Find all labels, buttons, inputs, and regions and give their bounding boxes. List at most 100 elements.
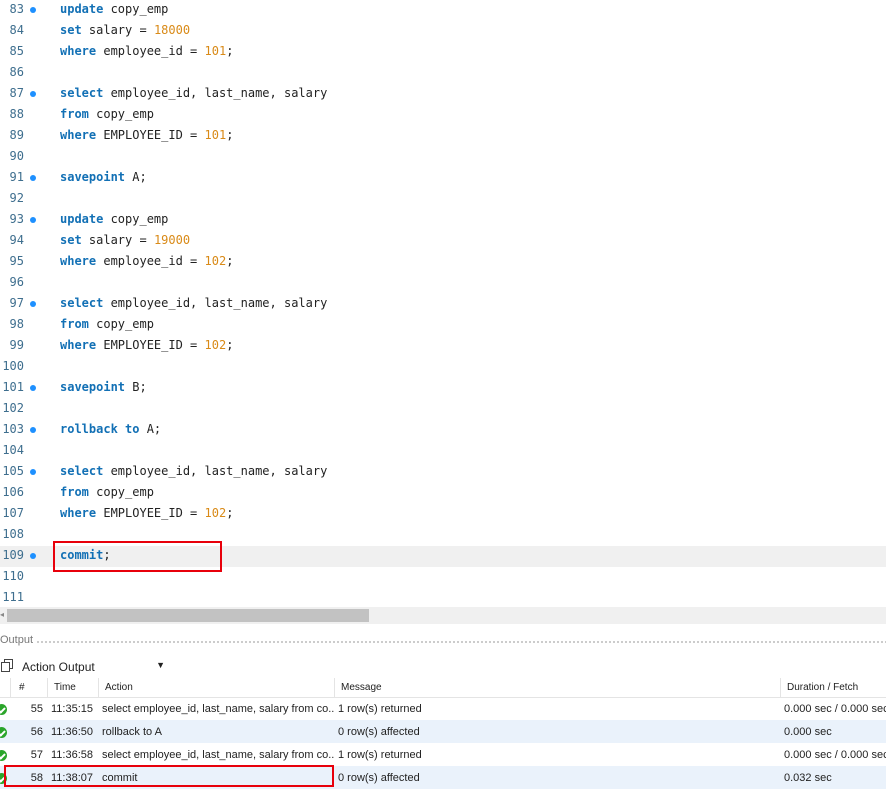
sql-identifier: employee_id = [96,44,205,58]
sql-identifier: employee_id, last_name, salary [103,464,328,478]
sql-identifier: B; [125,380,147,394]
sql-identifier: EMPLOYEE_ID = [96,338,205,352]
chevron-down-icon[interactable]: ▼ [156,660,165,670]
sql-keyword: select [60,86,104,100]
output-type-value: Action Output [22,660,95,674]
code-line[interactable]: 101 savepoint B; [0,378,886,399]
statement-marker-icon [30,217,36,223]
code-line[interactable]: 83 update copy_emp [0,0,886,21]
table-row[interactable]: 55 11:35:15 select employee_id, last_name,… [0,697,886,720]
code-line[interactable]: 95 where employee_id = 102; [0,252,886,273]
code-line[interactable]: 93 update copy_emp [0,210,886,231]
sql-keyword: select [60,464,104,478]
code-line[interactable]: 111 [0,588,886,607]
sql-identifier: EMPLOYEE_ID = [96,128,205,142]
statement-marker-icon [30,175,36,181]
sql-identifier: copy_emp [88,107,154,121]
code-text: from copy_emp [60,107,154,121]
col-header-message[interactable]: Message [334,678,780,697]
code-line[interactable]: 106 from copy_emp [0,483,886,504]
table-row[interactable]: 57 11:36:58 select employee_id, last_name,… [0,743,886,766]
table-row[interactable]: 56 11:36:50 rollback to A 0 row(s) affected… [0,720,886,743]
col-header-action[interactable]: Action [98,678,334,697]
sql-identifier: copy_emp [88,485,154,499]
code-line[interactable]: 104 [0,441,886,462]
line-number: 91 [9,170,24,184]
code-line[interactable]: 98 from copy_emp [0,315,886,336]
scrollbar-thumb[interactable] [7,609,369,622]
code-line[interactable]: 103 rollback to A; [0,420,886,441]
line-number: 104 [2,443,24,457]
sql-identifier: copy_emp [103,212,169,226]
output-type-select[interactable]: Action Output ▼ [17,656,169,677]
cell-num: 56 [30,726,43,738]
code-line[interactable]: 107 where EMPLOYEE_ID = 102; [0,504,886,525]
code-text: rollback to A; [60,422,161,436]
code-line[interactable]: 99 where EMPLOYEE_ID = 102; [0,336,886,357]
code-line[interactable]: 88 from copy_emp [0,105,886,126]
line-number: 106 [2,485,24,499]
panel-grip[interactable] [36,640,886,644]
output-panel-header: Output [0,632,886,650]
sql-number: 101 [204,128,227,142]
code-line[interactable]: 90 [0,147,886,168]
sql-keyword: where [60,506,97,520]
highlight-box-commit-row [4,765,334,787]
sql-identifier: ; [226,128,234,142]
code-text: savepoint A; [60,170,147,184]
code-line[interactable]: 91 savepoint A; [0,168,886,189]
cell-time: 11:36:50 [51,726,94,738]
sql-identifier: A; [139,422,162,436]
code-text: update copy_emp [60,2,168,16]
success-check-icon [0,727,7,738]
statement-marker-icon [30,7,36,13]
code-line[interactable]: 92 [0,189,886,210]
code-line[interactable]: 84 set salary = 18000 [0,21,886,42]
code-line[interactable]: 87 select employee_id, last_name, salary [0,84,886,105]
code-line[interactable]: 85 where employee_id = 101; [0,42,886,63]
sql-keyword: select [60,296,104,310]
code-line[interactable]: 105 select employee_id, last_name, salary [0,462,886,483]
sql-number: 18000 [153,23,191,37]
code-line[interactable]: 102 [0,399,886,420]
cell-time: 11:35:15 [51,703,94,715]
sql-keyword: from [60,107,89,121]
sql-keyword: where [60,128,97,142]
scroll-left-icon[interactable]: ◂ [0,610,4,619]
line-number: 111 [2,590,24,604]
code-text: where EMPLOYEE_ID = 102; [60,506,233,520]
copy-icon[interactable] [1,659,13,672]
sql-editor[interactable]: 83 update copy_emp 84 set salary = 18000 85 w… [0,0,886,607]
line-number: 89 [9,128,24,142]
sql-identifier: copy_emp [88,317,154,331]
col-header-num[interactable]: # [10,678,47,697]
code-line[interactable]: 96 [0,273,886,294]
code-text: set salary = 18000 [60,23,190,37]
code-line[interactable]: 89 where EMPLOYEE_ID = 101; [0,126,886,147]
cell-message: 0 row(s) affected [338,772,420,784]
cell-message: 1 row(s) returned [338,749,422,761]
sql-identifier [118,422,125,436]
statement-marker-icon [30,301,36,307]
sql-keyword: to [125,422,140,436]
line-number: 98 [9,317,24,331]
code-text: where EMPLOYEE_ID = 102; [60,338,233,352]
code-text: select employee_id, last_name, salary [60,86,327,100]
code-line[interactable]: 86 [0,63,886,84]
line-number: 85 [9,44,24,58]
code-text: update copy_emp [60,212,168,226]
horizontal-scrollbar[interactable]: ◂ [0,607,886,624]
line-number: 96 [9,275,24,289]
cell-duration: 0.000 sec / 0.000 sec [784,749,886,761]
sql-identifier: copy_emp [103,2,169,16]
sql-keyword: from [60,317,89,331]
code-line[interactable]: 100 [0,357,886,378]
sql-identifier: employee_id, last_name, salary [103,86,328,100]
sql-keyword: savepoint [60,170,126,184]
sql-number: 101 [204,44,227,58]
col-header-time[interactable]: Time [47,678,98,697]
code-line[interactable]: 94 set salary = 19000 [0,231,886,252]
col-header-duration[interactable]: Duration / Fetch [780,678,886,697]
code-line[interactable]: 97 select employee_id, last_name, salary [0,294,886,315]
grid-header: # Time Action Message Duration / Fetch [0,678,886,698]
